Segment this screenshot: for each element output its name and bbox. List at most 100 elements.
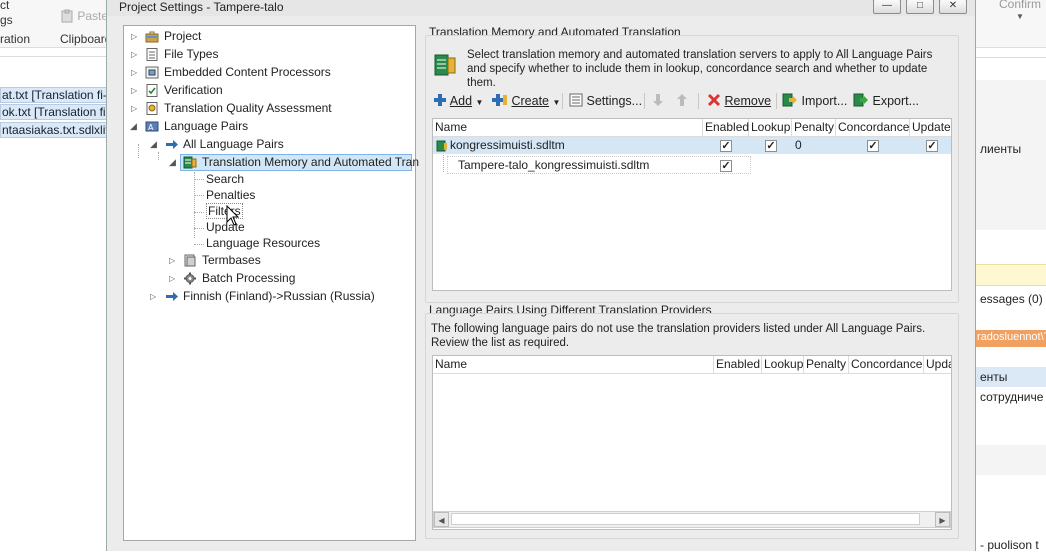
verification-icon xyxy=(146,84,158,97)
expand-arrow-icon[interactable]: ▷ xyxy=(169,252,175,269)
tree-node-tqa[interactable]: ▷ Translation Quality Assessment xyxy=(124,100,414,117)
expand-arrow-icon[interactable]: ▷ xyxy=(131,64,137,81)
file-types-icon xyxy=(146,48,158,61)
collapse-arrow-icon[interactable]: ◢ xyxy=(169,154,176,171)
remove-icon xyxy=(707,93,721,107)
tree-node-label: Language Pairs xyxy=(164,119,249,133)
background-file-item[interactable]: ok.txt [Translation fi-F xyxy=(0,104,108,120)
column-header-lookup[interactable]: Lookup xyxy=(749,119,792,136)
column-header-penalty[interactable]: Penalty xyxy=(792,119,836,136)
scrollbar-thumb[interactable] xyxy=(451,513,920,525)
close-button[interactable]: ✕ xyxy=(939,0,967,14)
termbase-icon xyxy=(184,254,196,267)
tree-node-label: Finnish (Finland)->Russian (Russia) xyxy=(183,289,375,303)
tree-line xyxy=(194,244,204,245)
horizontal-scrollbar[interactable]: ◀ ▶ xyxy=(433,511,951,528)
create-button[interactable]: Create ▼ xyxy=(492,91,560,111)
create-icon xyxy=(492,94,507,106)
maximize-button[interactable]: □ xyxy=(906,0,934,14)
tree-node-language-resources[interactable]: Language Resources xyxy=(206,235,320,252)
minimize-button[interactable]: — xyxy=(873,0,901,14)
expand-arrow-icon[interactable]: ▷ xyxy=(131,28,137,45)
tree-node-label: Translation Quality Assessment xyxy=(164,101,332,115)
column-header-update[interactable]: Update xyxy=(910,119,951,136)
tm-name-cell: Tampere-talo_kongressimuisti.sdltm xyxy=(458,158,650,172)
expand-arrow-icon[interactable]: ▷ xyxy=(131,100,137,117)
dialog-title: Project Settings - Tampere-talo xyxy=(119,0,284,14)
toolbar-separator xyxy=(562,93,563,109)
expand-arrow-icon[interactable]: ▷ xyxy=(131,82,137,99)
column-header-enabled[interactable]: Enabled xyxy=(703,119,749,136)
collapse-arrow-icon[interactable]: ◢ xyxy=(150,136,157,153)
move-up-button[interactable] xyxy=(675,91,689,111)
background-highlight xyxy=(975,264,1046,286)
import-button[interactable]: Import... xyxy=(782,91,847,111)
expand-arrow-icon[interactable]: ▷ xyxy=(169,270,175,287)
column-header-name[interactable]: Name xyxy=(433,119,703,136)
column-header-enabled[interactable]: Enabled xyxy=(714,356,762,373)
remove-button[interactable]: Remove xyxy=(707,91,771,111)
background-text: енты xyxy=(980,370,1008,384)
translation-memory-icon xyxy=(434,54,456,76)
background-file-item[interactable]: at.txt [Translation fi-F xyxy=(0,87,108,103)
tree-node-label: Verification xyxy=(164,83,223,97)
tree-node-batch-processing[interactable]: ▷ Batch Processing xyxy=(124,270,414,287)
tree-node-label: All Language Pairs xyxy=(183,137,284,151)
scroll-right-icon[interactable]: ▶ xyxy=(935,512,950,527)
tm-name-cell: kongressimuisti.sdltm xyxy=(450,138,565,152)
tree-node-finnish-russian[interactable]: ▷ Finnish (Finland)->Russian (Russia) xyxy=(124,288,414,305)
tree-node-translation-memory[interactable]: ◢ Translation Memory and Automated Tran xyxy=(124,154,419,171)
update-checkbox[interactable]: ✓ xyxy=(926,140,938,152)
tree-node-verification[interactable]: ▷ Verification xyxy=(124,82,414,99)
tree-node-language-pairs[interactable]: ◢ A Language Pairs xyxy=(124,118,414,135)
tree-node-termbases[interactable]: ▷ Termbases xyxy=(124,252,414,269)
tree-node-embedded-content[interactable]: ▷ Embedded Content Processors xyxy=(124,64,414,81)
add-button[interactable]: Add ▼ xyxy=(433,91,483,111)
scroll-left-icon[interactable]: ◀ xyxy=(434,512,449,527)
arrow-right-icon xyxy=(166,140,178,149)
lp-grid[interactable]: Name Enabled Lookup Penalty Concordance … xyxy=(432,355,952,530)
arrow-up-icon xyxy=(677,94,687,106)
plus-icon xyxy=(434,94,446,106)
penalty-cell[interactable]: 0 xyxy=(795,137,802,154)
table-row[interactable]: kongressimuisti.sdltm ✓ ✓ 0 ✓ ✓ xyxy=(433,137,951,154)
tree-node-penalties[interactable]: Penalties xyxy=(206,187,255,204)
expand-arrow-icon[interactable]: ▷ xyxy=(150,288,156,305)
column-header-update[interactable]: Upda xyxy=(924,356,951,373)
column-header-concordance[interactable]: Concordance xyxy=(836,119,910,136)
tm-grid[interactable]: Name Enabled Lookup Penalty Concordance … xyxy=(432,118,952,291)
table-row[interactable]: Tampere-talo_kongressimuisti.sdltm ✓ xyxy=(433,155,751,174)
column-header-penalty[interactable]: Penalty xyxy=(804,356,849,373)
tree-node-all-language-pairs[interactable]: ◢ All Language Pairs xyxy=(124,136,414,153)
export-icon xyxy=(853,93,868,107)
background-file-item[interactable]: ntaasiakas.txt.sdlxlif xyxy=(0,122,108,138)
tree-node-label: Termbases xyxy=(202,253,261,267)
column-header-concordance[interactable]: Concordance xyxy=(849,356,924,373)
embedded-content-icon xyxy=(145,66,159,79)
enabled-checkbox[interactable]: ✓ xyxy=(720,140,732,152)
lookup-checkbox[interactable]: ✓ xyxy=(765,140,777,152)
settings-button[interactable]: Settings... xyxy=(569,91,642,111)
confirm-button[interactable]: Confirm xyxy=(999,0,1041,11)
move-down-button[interactable] xyxy=(651,91,665,111)
paste-button[interactable]: Paste xyxy=(60,9,108,23)
chevron-down-icon: ▼ xyxy=(552,98,561,107)
export-button[interactable]: Export... xyxy=(853,91,919,111)
settings-icon xyxy=(569,93,583,107)
messages-tab[interactable]: essages (0) xyxy=(980,292,1043,306)
tree-node-label: Translation Memory and Automated Tran xyxy=(202,155,419,169)
collapse-arrow-icon[interactable]: ◢ xyxy=(130,118,137,135)
column-header-name[interactable]: Name xyxy=(433,356,714,373)
mouse-cursor-icon xyxy=(226,205,240,226)
tree-node-search[interactable]: Search xyxy=(206,171,244,188)
tree-node-file-types[interactable]: ▷ File Types xyxy=(124,46,414,63)
tree-node-project[interactable]: ▷ Project xyxy=(124,28,414,45)
concordance-checkbox[interactable]: ✓ xyxy=(867,140,879,152)
enabled-checkbox[interactable]: ✓ xyxy=(720,160,732,172)
settings-tree[interactable]: ▷ Project ▷ File Types ▷ Embedded Conten… xyxy=(123,25,419,541)
chevron-down-icon: ▼ xyxy=(475,98,484,107)
expand-arrow-icon[interactable]: ▷ xyxy=(131,46,137,63)
ribbon-fragment: gs xyxy=(0,13,13,27)
column-header-lookup[interactable]: Lookup xyxy=(762,356,804,373)
lp-section-description: The following language pairs do not use … xyxy=(431,323,926,349)
